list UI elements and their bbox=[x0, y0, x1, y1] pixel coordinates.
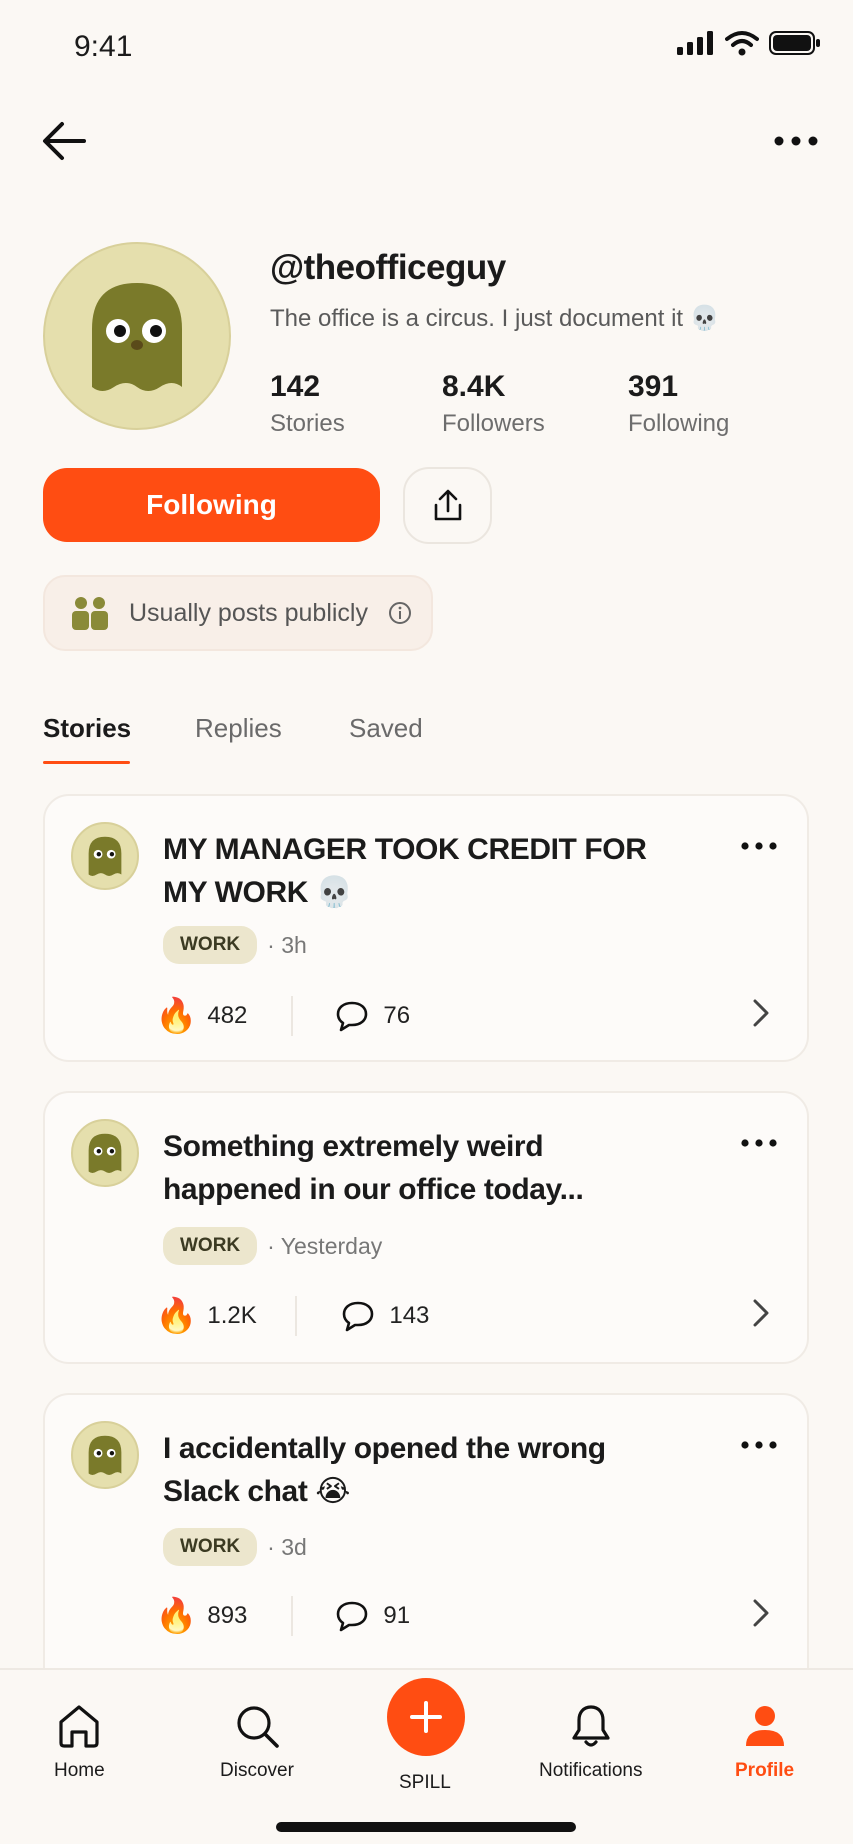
ghost-icon bbox=[88, 1133, 122, 1173]
comment-icon bbox=[337, 1601, 368, 1632]
more-horizontal-icon[interactable] bbox=[739, 836, 779, 856]
ghost-icon bbox=[92, 283, 182, 391]
bell-icon bbox=[572, 1705, 610, 1747]
comment-button[interactable]: 143 bbox=[341, 1300, 429, 1332]
profile-handle: @theofficeguy bbox=[270, 248, 506, 287]
fire-icon[interactable]: 🔥 bbox=[155, 1596, 197, 1636]
share-button[interactable] bbox=[403, 467, 492, 544]
stat-followers[interactable]: 8.4K Followers bbox=[442, 370, 545, 438]
tab-stories[interactable]: Stories bbox=[43, 713, 131, 744]
active-tab-indicator bbox=[43, 761, 130, 764]
stat-value: 8.4K bbox=[442, 370, 506, 403]
reaction-count: 1.2K bbox=[207, 1302, 257, 1329]
nav-discover[interactable]: Discover bbox=[220, 1702, 294, 1782]
story-engagement: 🔥 1.2K 143 bbox=[155, 1296, 429, 1336]
story-time: · Yesterday bbox=[267, 1232, 383, 1259]
comment-icon bbox=[337, 1001, 368, 1032]
nav-notifications[interactable]: Notifications bbox=[539, 1702, 643, 1782]
stat-label: Followers bbox=[442, 410, 545, 437]
nav-home[interactable]: Home bbox=[54, 1702, 105, 1782]
more-horizontal-icon[interactable] bbox=[739, 1435, 779, 1455]
share-icon bbox=[434, 489, 461, 520]
privacy-text: Usually posts publicly bbox=[129, 598, 368, 627]
more-horizontal-icon[interactable] bbox=[739, 1133, 779, 1153]
story-avatar bbox=[71, 822, 139, 890]
nav-label: Notifications bbox=[539, 1760, 643, 1781]
people-icon bbox=[72, 597, 108, 630]
wifi-icon bbox=[725, 31, 759, 56]
stat-stories[interactable]: 142 Stories bbox=[270, 370, 345, 438]
more-options-button[interactable] bbox=[771, 128, 821, 154]
reaction-count: 482 bbox=[207, 1002, 248, 1029]
profile-bio: The office is a circus. I just document … bbox=[270, 305, 720, 332]
more-horizontal-icon bbox=[774, 136, 818, 146]
status-icons bbox=[677, 30, 821, 56]
category-tag[interactable]: WORK bbox=[163, 1528, 258, 1566]
story-time: · 3h bbox=[267, 931, 307, 958]
story-meta: WORK · Yesterday bbox=[163, 1227, 382, 1265]
ghost-icon bbox=[88, 1435, 122, 1475]
signal-icon bbox=[677, 31, 713, 55]
nav-label: Profile bbox=[735, 1760, 795, 1781]
story-title[interactable]: MY MANAGER TOOK CREDIT FOR MY WORK 💀 bbox=[163, 828, 683, 914]
category-tag[interactable]: WORK bbox=[163, 926, 258, 964]
comment-count: 76 bbox=[383, 1002, 411, 1029]
story-time: · 3d bbox=[267, 1533, 307, 1560]
story-avatar bbox=[71, 1421, 139, 1489]
story-avatar bbox=[71, 1119, 139, 1187]
comment-button[interactable]: 91 bbox=[335, 1600, 410, 1632]
spill-button[interactable] bbox=[387, 1678, 465, 1756]
story-meta: WORK · 3d bbox=[163, 1528, 307, 1566]
nav-label: Home bbox=[54, 1760, 105, 1781]
story-meta: WORK · 3h bbox=[163, 926, 307, 964]
divider bbox=[295, 1296, 298, 1336]
comment-icon bbox=[343, 1301, 374, 1332]
bottom-nav: Home Discover SPILL Notifications Profil… bbox=[0, 1668, 853, 1844]
stat-value: 142 bbox=[270, 370, 321, 403]
home-indicator bbox=[276, 1822, 576, 1832]
story-engagement: 🔥 893 91 bbox=[155, 1596, 410, 1636]
back-button[interactable] bbox=[40, 118, 90, 164]
divider bbox=[291, 996, 294, 1036]
stat-label: Stories bbox=[270, 410, 345, 437]
status-time: 9:41 bbox=[74, 30, 133, 63]
story-title[interactable]: I accidentally opened the wrong Slack ch… bbox=[163, 1427, 683, 1513]
divider bbox=[291, 1596, 294, 1636]
chevron-right-icon[interactable] bbox=[751, 1598, 771, 1628]
person-icon bbox=[745, 1706, 784, 1746]
arrow-left-icon bbox=[43, 122, 86, 160]
category-tag[interactable]: WORK bbox=[163, 1227, 258, 1265]
tab-saved[interactable]: Saved bbox=[349, 713, 423, 744]
privacy-indicator[interactable]: Usually posts publicly bbox=[43, 575, 433, 651]
search-icon bbox=[237, 1706, 279, 1748]
comment-count: 91 bbox=[383, 1602, 411, 1629]
ghost-icon bbox=[88, 836, 122, 876]
battery-icon bbox=[769, 31, 820, 55]
stat-following[interactable]: 391 Following bbox=[628, 370, 729, 438]
comment-count: 143 bbox=[389, 1302, 430, 1329]
plus-icon bbox=[410, 1701, 442, 1733]
nav-label: Discover bbox=[220, 1760, 294, 1781]
stat-value: 391 bbox=[628, 370, 679, 403]
stat-label: Following bbox=[628, 410, 730, 437]
info-icon bbox=[389, 602, 411, 624]
tab-replies[interactable]: Replies bbox=[195, 713, 282, 744]
nav-label: SPILL bbox=[399, 1772, 451, 1793]
comment-button[interactable]: 76 bbox=[335, 1000, 410, 1032]
story-card[interactable]: Something extremely weird happened in ou… bbox=[43, 1091, 809, 1364]
story-card[interactable]: MY MANAGER TOOK CREDIT FOR MY WORK 💀 WOR… bbox=[43, 794, 809, 1062]
nav-spill-label[interactable]: SPILL bbox=[399, 1772, 451, 1794]
fire-icon[interactable]: 🔥 bbox=[155, 996, 197, 1036]
story-title[interactable]: Something extremely weird happened in ou… bbox=[163, 1125, 683, 1211]
fire-icon[interactable]: 🔥 bbox=[155, 1296, 197, 1336]
profile-avatar bbox=[43, 242, 231, 430]
story-engagement: 🔥 482 76 bbox=[155, 996, 410, 1036]
chevron-right-icon[interactable] bbox=[751, 1298, 771, 1328]
home-icon bbox=[59, 1705, 99, 1748]
chevron-right-icon[interactable] bbox=[751, 998, 771, 1028]
story-card[interactable]: I accidentally opened the wrong Slack ch… bbox=[43, 1393, 809, 1668]
reaction-count: 893 bbox=[207, 1602, 248, 1629]
nav-profile[interactable]: Profile bbox=[735, 1702, 794, 1782]
following-button[interactable]: Following bbox=[43, 468, 380, 542]
